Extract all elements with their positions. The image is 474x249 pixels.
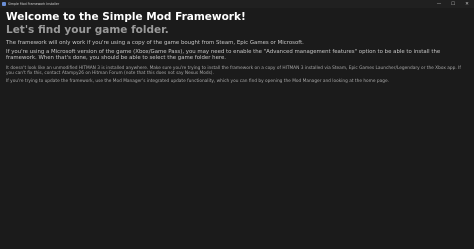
app-icon (2, 2, 6, 6)
microsoft-store-note: If you're using a Microsoft version of t… (6, 48, 441, 62)
close-button[interactable]: ✕ (460, 0, 474, 8)
game-not-found-message: It doesn't look like an unmodified HITMA… (6, 65, 461, 77)
page-subtitle: Let's find your game folder. (6, 24, 169, 36)
installer-window: Simple Mod Framework Installer — ☐ ✕ Wel… (0, 0, 474, 249)
main-content: Welcome to the Simple Mod Framework! Let… (6, 11, 468, 85)
minimize-button[interactable]: — (432, 0, 446, 8)
window-controls: — ☐ ✕ (432, 0, 474, 8)
compatibility-note: The framework will only work if you're u… (6, 40, 304, 46)
title-bar[interactable]: Simple Mod Framework Installer — ☐ ✕ (0, 0, 474, 8)
page-title: Welcome to the Simple Mod Framework! (6, 11, 246, 23)
window-title: Simple Mod Framework Installer (8, 2, 60, 6)
update-instructions: If you're trying to update the framework… (6, 78, 389, 84)
maximize-button[interactable]: ☐ (446, 0, 460, 8)
